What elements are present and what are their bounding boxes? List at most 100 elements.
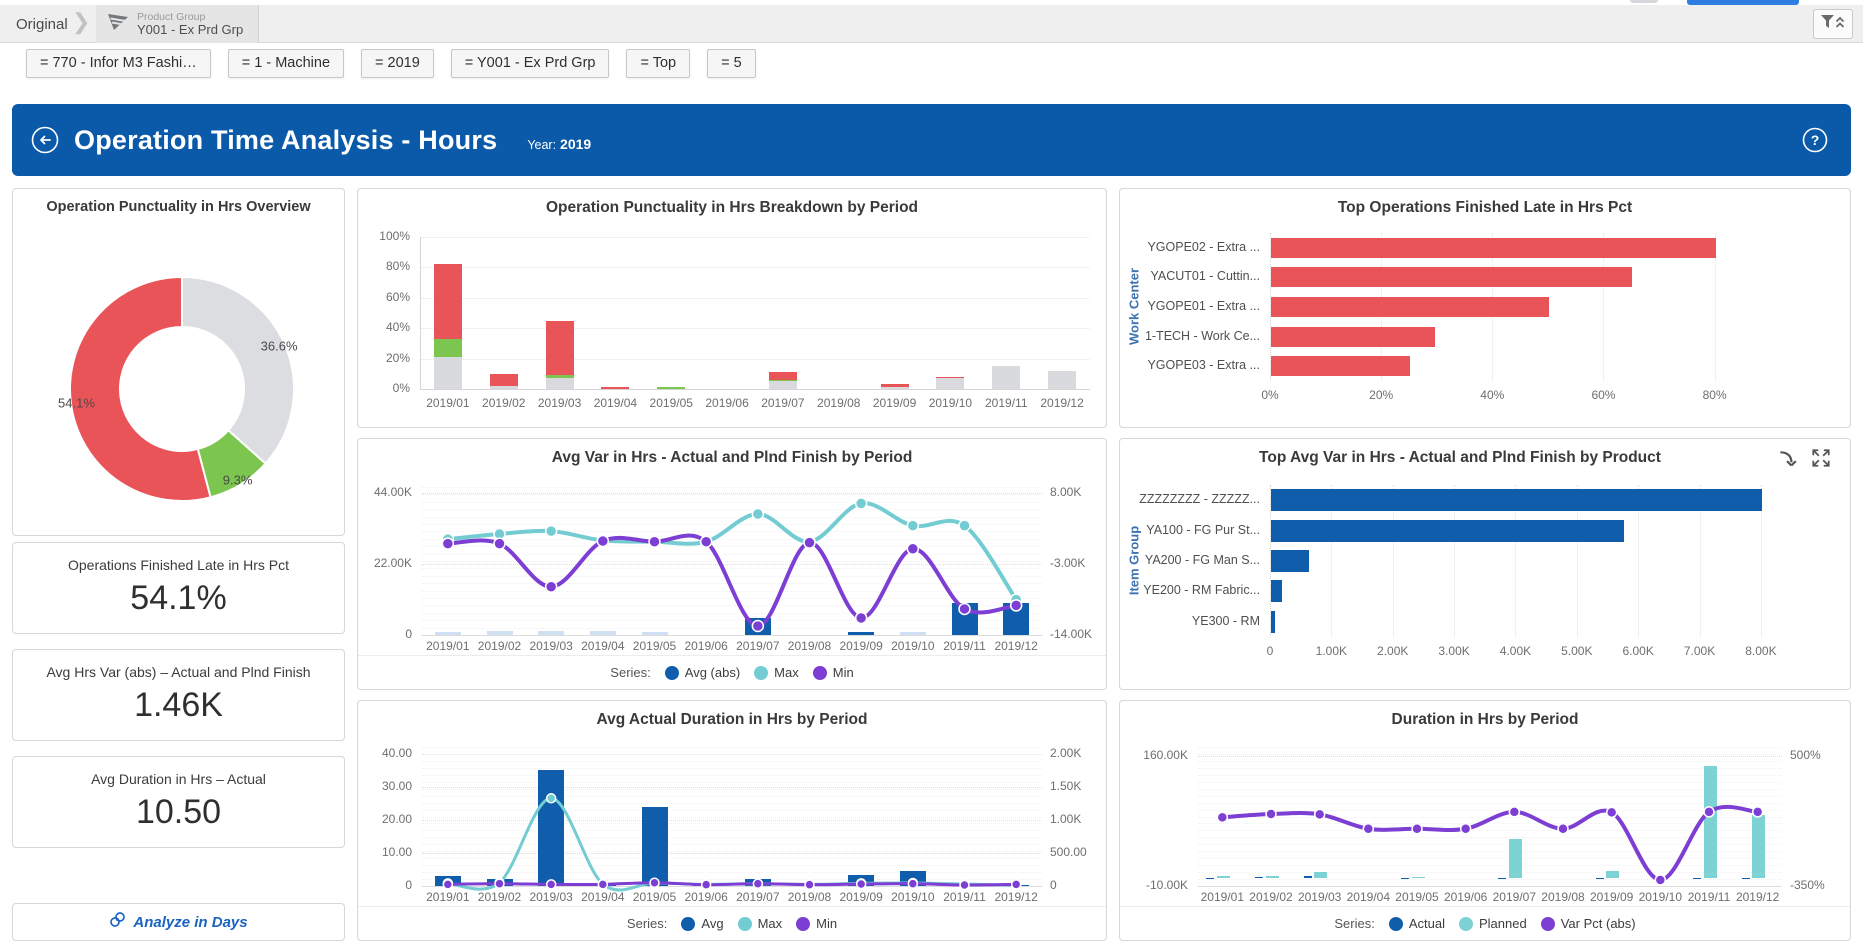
bar[interactable] [1304,876,1312,878]
bar[interactable] [1255,877,1263,878]
bar[interactable] [1217,876,1230,878]
bar[interactable] [1266,876,1279,878]
collapse-prompts-button[interactable] [1813,9,1853,39]
data-point [1509,807,1519,817]
bar-segment[interactable] [992,366,1020,389]
bar-segment[interactable] [769,381,797,389]
bar[interactable] [1003,885,1029,886]
bar-segment[interactable] [490,386,518,389]
legend-item[interactable]: Avg (abs) [665,665,740,680]
bar[interactable] [1742,878,1750,879]
bar[interactable] [1271,238,1716,258]
legend-item[interactable]: Actual [1389,916,1445,931]
legend-label: Avg [701,916,723,931]
bar[interactable] [590,631,616,635]
bar[interactable] [1271,520,1624,542]
legend-item[interactable]: Min [796,916,837,931]
filter-chip-company[interactable]: = 770 - Infor M3 Fashi… [26,49,211,78]
x-axis-label: 2019/03 [530,396,590,410]
bar[interactable] [538,631,564,635]
bar-segment[interactable] [434,357,462,389]
bar[interactable] [487,631,513,635]
grid-line [420,298,1090,299]
panel-duration-by-period: Duration in Hrs by Period 160.00K-10.00K… [1119,700,1851,941]
bar[interactable] [642,807,668,886]
expand-icon[interactable] [1810,447,1832,474]
bar[interactable] [745,618,771,635]
filter-chip-top-n[interactable]: = 5 [707,49,756,78]
bar[interactable] [1606,871,1619,878]
filter-chip-year[interactable]: = 2019 [361,49,434,78]
bar[interactable] [1271,267,1632,287]
legend-item[interactable]: Min [813,665,854,680]
bar[interactable] [590,885,616,886]
bar[interactable] [1752,815,1765,878]
donut-slice[interactable] [182,277,294,464]
legend-item[interactable]: Var Pct (abs) [1541,916,1636,931]
bar[interactable] [1704,766,1717,878]
bar-segment[interactable] [881,384,909,387]
filter-chip-division[interactable]: = 1 - Machine [228,49,344,78]
y-axis-tick-label: 40% [358,320,410,334]
help-button[interactable]: ? [1801,126,1829,154]
bar[interactable] [1498,878,1506,879]
bar[interactable] [1412,877,1425,878]
bar-segment[interactable] [936,377,964,379]
tab-original[interactable]: Original [16,5,68,43]
bar[interactable] [745,879,771,886]
bar[interactable] [1401,878,1409,879]
bar-segment[interactable] [1048,371,1076,389]
axis-title: Item Group [1127,485,1142,637]
bar-segment[interactable] [546,378,574,389]
bar[interactable] [1271,550,1309,572]
breadcrumb[interactable]: Product Group Y001 - Ex Prd Grp [96,5,259,43]
bar-segment[interactable] [434,264,462,338]
bar[interactable] [435,876,461,886]
bar[interactable] [952,885,978,886]
legend-item[interactable]: Planned [1459,916,1527,931]
grid-minor [1198,879,1782,880]
bar-segment[interactable] [546,375,574,378]
x-axis-label: 2019/12 [1728,890,1788,904]
bar[interactable] [487,879,513,886]
bar[interactable] [952,603,978,635]
bar[interactable] [1271,489,1762,511]
bar[interactable] [797,885,823,886]
bar[interactable] [848,632,874,635]
bar[interactable] [848,875,874,886]
bar[interactable] [900,632,926,635]
bar[interactable] [1596,878,1604,879]
drill-down-icon[interactable] [1776,449,1798,476]
bar[interactable] [693,885,719,886]
bar[interactable] [1271,297,1549,317]
bar-segment[interactable] [769,372,797,380]
bar[interactable] [1003,603,1029,635]
bar-segment[interactable] [546,321,574,376]
bar[interactable] [1314,872,1327,878]
bar[interactable] [1509,839,1522,879]
bar[interactable] [900,871,926,886]
bar-segment[interactable] [657,387,685,389]
bar-segment[interactable] [881,387,909,389]
bar[interactable] [1693,878,1701,879]
legend-item[interactable]: Avg [681,916,723,931]
legend-item[interactable]: Max [754,665,799,680]
filter-chip-top[interactable]: = Top [626,49,690,78]
bar[interactable] [1271,356,1410,376]
bar[interactable] [1271,327,1435,347]
bar[interactable] [435,632,461,635]
bar-segment[interactable] [936,378,964,389]
bar-segment[interactable] [434,339,462,357]
bar-segment[interactable] [490,374,518,386]
filter-chip-product-group[interactable]: = Y001 - Ex Prd Grp [451,49,610,78]
bar-segment[interactable] [769,380,797,382]
bar[interactable] [1271,580,1282,602]
bar[interactable] [1271,611,1275,633]
analyze-in-days-link[interactable]: Analyze in Days [12,903,345,941]
bar[interactable] [642,632,668,635]
bar[interactable] [538,770,564,886]
bar[interactable] [1206,878,1214,879]
bar-segment[interactable] [601,387,629,389]
legend-item[interactable]: Max [738,916,783,931]
back-button[interactable] [30,125,60,155]
